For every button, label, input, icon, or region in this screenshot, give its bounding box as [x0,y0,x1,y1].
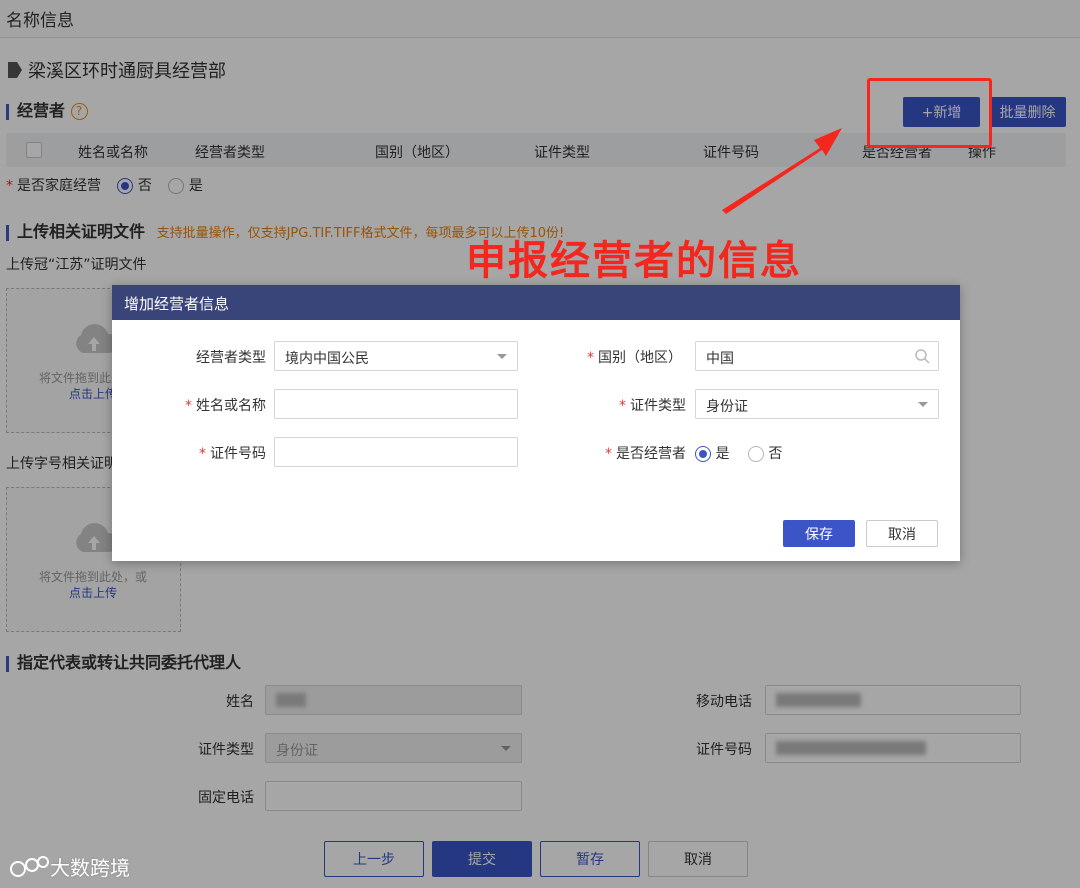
annotation-highlight-box [867,78,992,148]
is-operator-label: * 是否经营者 [605,446,686,462]
dialog-cancel-button[interactable]: 取消 [866,520,938,547]
idno-input[interactable] [274,437,518,467]
idtype-label: * 证件类型 [619,398,686,414]
save-button[interactable]: 保存 [783,520,855,547]
search-icon[interactable] [914,348,930,364]
annotation-text: 申报经营者的信息 [466,238,802,284]
name-label: * 姓名或名称 [185,398,266,414]
is-operator-options: 是 否 [695,443,782,463]
watermark: 大数跨境 [8,852,130,881]
name-input[interactable] [274,389,518,419]
operator-type-label: 经营者类型 [196,350,266,366]
radio-button[interactable] [747,446,764,462]
annotation-arrow-icon [722,128,842,214]
add-operator-dialog: 增加经营者信息 经营者类型 境内中国公民 * 国别（地区） 中国 * 姓名或名称 *… [112,285,960,561]
country-field[interactable]: 中国 [695,341,939,371]
logo-icon [10,856,49,877]
dialog-title: 增加经营者信息 [112,285,960,320]
watermark-text: 大数跨境 [50,856,130,880]
country-label: * 国别（地区） [587,350,682,366]
is-operator-no-option[interactable]: 否 [747,446,782,462]
chevron-down-icon [497,354,507,359]
radio-button[interactable] [695,446,711,462]
idno-label: * 证件号码 [199,446,266,462]
chevron-down-icon [918,402,928,407]
operator-type-select[interactable]: 境内中国公民 [274,341,518,371]
idtype-select[interactable]: 身份证 [695,389,939,419]
is-operator-yes-option[interactable]: 是 [695,446,729,462]
